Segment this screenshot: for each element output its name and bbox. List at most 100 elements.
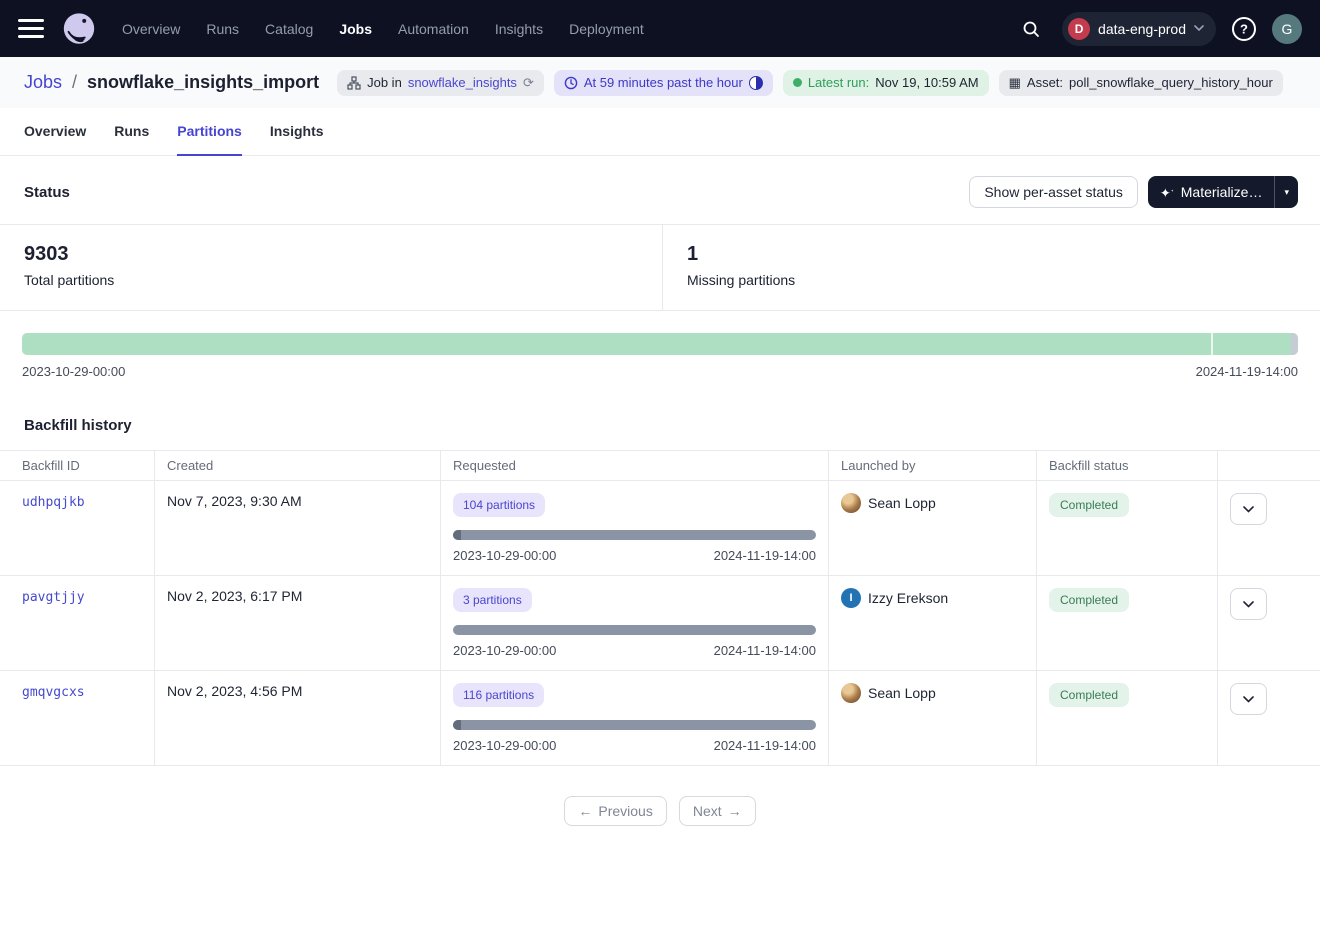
user-photo-avatar [841,493,861,513]
col-backfill-status: Backfill status [1037,451,1218,480]
missing-partitions-value: 1 [687,243,795,266]
materialize-button[interactable]: ✦˖ Materialize… [1148,176,1275,208]
help-icon[interactable]: ? [1230,15,1258,43]
col-requested: Requested [441,451,829,480]
tab-insights[interactable]: Insights [270,108,324,156]
requested-partitions-badge[interactable]: 3 partitions [453,588,532,612]
deployment-badge: D [1068,18,1090,40]
table-row: udhpqjkb Nov 7, 2023, 9:30 AM 104 partit… [0,481,1320,576]
created-timestamp: Nov 2, 2023, 6:17 PM [167,588,302,604]
arrow-right-icon: → [728,803,742,819]
user-avatar[interactable]: G [1272,14,1302,44]
chevron-down-icon [1243,601,1254,608]
clock-icon [564,76,578,90]
table-row: pavgtjjy Nov 2, 2023, 6:17 PM 3 partitio… [0,576,1320,671]
materialize-button-group: ✦˖ Materialize… ▾ [1148,176,1298,208]
previous-page-button[interactable]: ← Previous [564,796,666,826]
status-badge: Completed [1049,493,1129,517]
tab-runs[interactable]: Runs [114,108,149,156]
reload-icon[interactable]: ⟳ [523,75,534,91]
table-row: gmqvgcxs Nov 2, 2023, 4:56 PM 116 partit… [0,671,1320,766]
col-backfill-id: Backfill ID [0,451,155,480]
page-title: snowflake_insights_import [87,72,319,93]
backfill-history-heading: Backfill history [0,403,1320,450]
missing-partitions-stat: 1 Missing partitions [663,225,819,310]
backfill-id-link[interactable]: gmqvgcxs [22,685,85,700]
breadcrumb-separator: / [72,72,77,93]
chevron-down-icon [1194,25,1204,32]
requested-range-end: 2024-11-19-14:00 [714,643,816,658]
created-timestamp: Nov 7, 2023, 9:30 AM [167,493,302,509]
user-initial-avatar: I [841,588,861,608]
latest-run-time[interactable]: Nov 19, 10:59 AM [875,75,978,90]
status-badge: Completed [1049,683,1129,707]
launched-by-name: Sean Lopp [868,495,936,511]
nav-item-automation[interactable]: Automation [398,21,469,37]
total-partitions-stat: 9303 Total partitions [0,225,663,310]
backfill-id-link[interactable]: pavgtjjy [22,590,85,605]
created-timestamp: Nov 2, 2023, 4:56 PM [167,683,302,699]
nav-item-catalog[interactable]: Catalog [265,21,313,37]
requested-range-bar [453,530,816,540]
requested-partitions-badge[interactable]: 104 partitions [453,493,545,517]
requested-range-start: 2023-10-29-00:00 [453,738,556,753]
nav-links: Overview Runs Catalog Jobs Automation In… [122,21,644,37]
latest-run-badge: Latest run: Nov 19, 10:59 AM [783,70,989,96]
nav-item-deployment[interactable]: Deployment [569,21,644,37]
deployment-switcher[interactable]: D data-eng-prod [1062,12,1216,46]
job-location-badge: Job in snowflake_insights ⟳ [337,70,544,96]
backfill-table-header: Backfill ID Created Requested Launched b… [0,450,1320,481]
requested-range-bar [453,720,816,730]
partition-bar-divider [1211,333,1213,355]
tab-overview[interactable]: Overview [24,108,86,156]
partition-health-bar[interactable] [22,333,1298,355]
search-icon[interactable] [1014,12,1048,46]
requested-range-start: 2023-10-29-00:00 [453,643,556,658]
tab-partitions[interactable]: Partitions [177,108,242,156]
requested-partitions-badge[interactable]: 116 partitions [453,683,544,707]
show-per-asset-status-button[interactable]: Show per-asset status [969,176,1138,208]
row-actions-button[interactable] [1230,588,1267,620]
asset-label: Asset: [1027,75,1063,90]
partition-stats: 9303 Total partitions 1 Missing partitio… [0,224,1320,311]
hamburger-menu-icon[interactable] [18,19,44,38]
col-launched-by: Launched by [829,451,1037,480]
row-actions-button[interactable] [1230,683,1267,715]
job-location-prefix: Job in [367,75,402,90]
next-label: Next [693,803,722,819]
requested-range-start: 2023-10-29-00:00 [453,548,556,563]
svg-text:?: ? [1240,21,1248,36]
nav-item-jobs[interactable]: Jobs [339,21,372,37]
schedule-badge: At 59 minutes past the hour [554,70,773,96]
requested-range-bar-segment [453,720,461,730]
top-nav: Overview Runs Catalog Jobs Automation In… [0,0,1320,57]
pagination: ← Previous Next → [0,766,1320,856]
requested-range-bar-segment [453,530,461,540]
caret-down-icon: ▾ [1284,187,1289,198]
sparkle-icon: ✦˖ [1160,185,1174,199]
nav-item-insights[interactable]: Insights [495,21,543,37]
previous-label: Previous [598,803,652,819]
row-actions-button[interactable] [1230,493,1267,525]
missing-partition-segment[interactable] [1291,333,1298,355]
schedule-text: At 59 minutes past the hour [584,75,743,90]
latest-run-label: Latest run: [808,75,869,90]
status-heading: Status [24,184,70,201]
next-page-button[interactable]: Next → [679,796,756,826]
nav-item-overview[interactable]: Overview [122,21,180,37]
schedule-toggle[interactable] [749,76,763,90]
asset-name[interactable]: poll_snowflake_query_history_hour [1069,75,1273,90]
user-photo-avatar [841,683,861,703]
tab-bar: Overview Runs Partitions Insights [0,108,1320,156]
launched-by-name: Sean Lopp [868,685,936,701]
backfill-id-link[interactable]: udhpqjkb [22,495,85,510]
breadcrumb-jobs-link[interactable]: Jobs [24,72,62,93]
partition-health-bar-section: 2023-10-29-00:00 2024-11-19-14:00 [0,311,1320,403]
dagster-logo-icon[interactable] [60,10,98,48]
materialize-dropdown-button[interactable]: ▾ [1274,176,1298,208]
nav-item-runs[interactable]: Runs [206,21,239,37]
asset-grid-icon: ▦ [1009,75,1021,91]
requested-range-end: 2024-11-19-14:00 [714,548,816,563]
job-location-link[interactable]: snowflake_insights [408,75,517,90]
arrow-left-icon: ← [578,803,592,819]
